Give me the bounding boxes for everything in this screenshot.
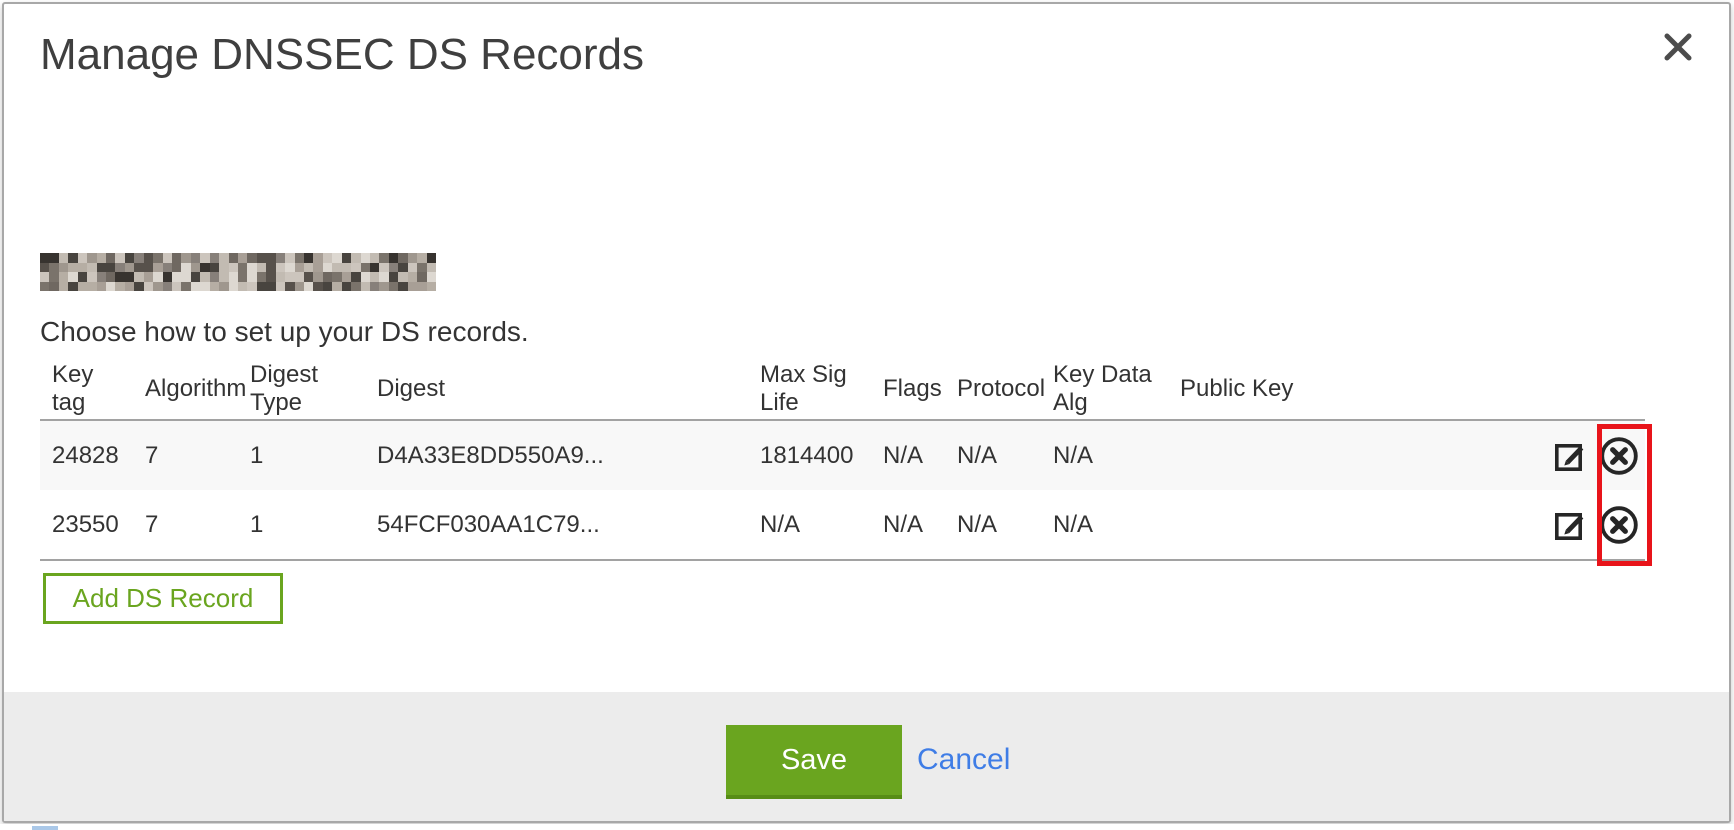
- cell-algorithm: 7: [133, 490, 238, 560]
- domain-name-redacted: [40, 253, 436, 291]
- cell-digest: 54FCF030AA1C79...: [365, 490, 748, 560]
- cell-public-key: [1168, 420, 1508, 490]
- cell-max-sig-life: N/A: [748, 490, 871, 560]
- save-button[interactable]: Save: [726, 725, 902, 799]
- cell-protocol: N/A: [945, 420, 1041, 490]
- edit-icon: [1552, 531, 1588, 546]
- cell-digest: D4A33E8DD550A9...: [365, 420, 748, 490]
- delete-icon: [1598, 465, 1640, 480]
- col-header-key-tag: Key tag: [40, 358, 133, 420]
- close-icon: [1663, 32, 1693, 65]
- ds-records-table: Key tag Algorithm Digest Type Digest Max…: [40, 358, 1645, 561]
- edit-icon: [1552, 462, 1588, 477]
- cell-actions: [1508, 420, 1645, 490]
- cell-key-data-alg: N/A: [1041, 420, 1168, 490]
- col-header-actions: [1508, 358, 1645, 420]
- col-header-algorithm: Algorithm: [133, 358, 238, 420]
- cell-key-data-alg: N/A: [1041, 490, 1168, 560]
- table-row: 23550 7 1 54FCF030AA1C79... N/A N/A N/A …: [40, 490, 1645, 560]
- page-behind-strip: [0, 824, 1734, 830]
- table-row: 24828 7 1 D4A33E8DD550A9... 1814400 N/A …: [40, 420, 1645, 490]
- cell-digest-type: 1: [238, 420, 365, 490]
- edit-record-button[interactable]: [1552, 507, 1588, 543]
- col-header-flags: Flags: [871, 358, 945, 420]
- cancel-link[interactable]: Cancel: [917, 725, 1010, 795]
- cell-flags: N/A: [871, 420, 945, 490]
- col-header-protocol: Protocol: [945, 358, 1041, 420]
- table-header-row: Key tag Algorithm Digest Type Digest Max…: [40, 358, 1645, 420]
- cell-flags: N/A: [871, 490, 945, 560]
- modal-footer: Save Cancel: [4, 692, 1729, 821]
- cell-protocol: N/A: [945, 490, 1041, 560]
- cell-actions: [1508, 490, 1645, 560]
- delete-record-button[interactable]: [1598, 504, 1640, 546]
- col-header-digest-type: Digest Type: [238, 358, 365, 420]
- col-header-public-key: Public Key: [1168, 358, 1508, 420]
- cell-key-tag: 24828: [40, 420, 133, 490]
- intro-text: Choose how to set up your DS records.: [40, 316, 529, 348]
- col-header-digest: Digest: [365, 358, 748, 420]
- modal-title: Manage DNSSEC DS Records: [40, 30, 644, 80]
- cell-digest-type: 1: [238, 490, 365, 560]
- delete-icon: [1598, 534, 1640, 549]
- edit-record-button[interactable]: [1552, 438, 1588, 474]
- manage-dnssec-modal: Manage DNSSEC DS Records Choose how to s…: [2, 2, 1731, 823]
- close-button[interactable]: [1656, 26, 1700, 70]
- add-ds-record-button[interactable]: Add DS Record: [43, 573, 283, 624]
- cell-max-sig-life: 1814400: [748, 420, 871, 490]
- delete-record-button[interactable]: [1598, 435, 1640, 477]
- page-behind-accent: [32, 826, 58, 830]
- cell-public-key: [1168, 490, 1508, 560]
- cell-algorithm: 7: [133, 420, 238, 490]
- col-header-key-data-alg: Key Data Alg: [1041, 358, 1168, 420]
- cell-key-tag: 23550: [40, 490, 133, 560]
- col-header-max-sig-life: Max Sig Life: [748, 358, 871, 420]
